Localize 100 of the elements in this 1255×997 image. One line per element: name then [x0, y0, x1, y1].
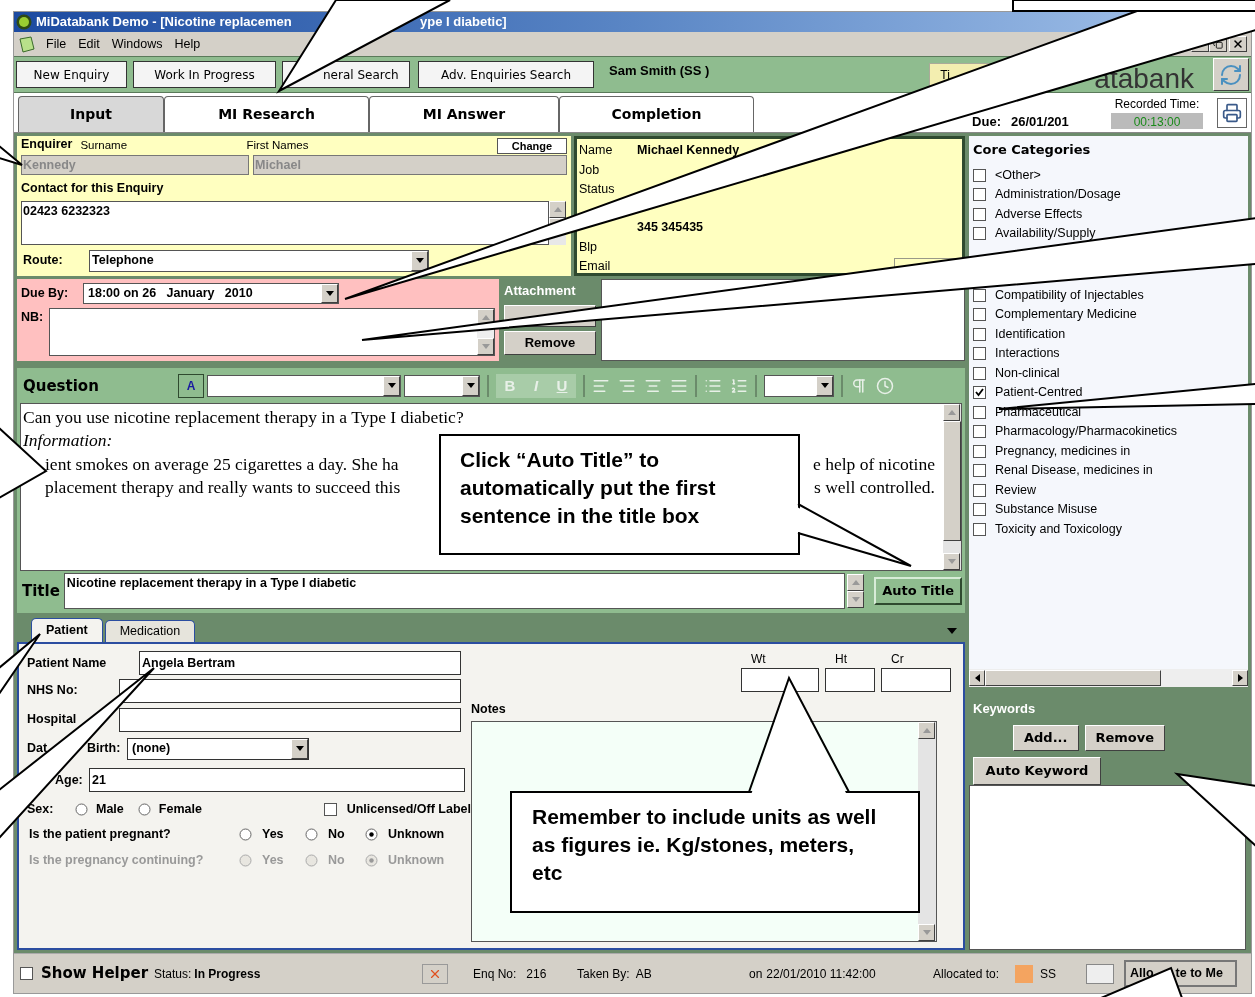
radio-label[interactable]: Yes — [262, 824, 284, 844]
checkbox[interactable] — [973, 386, 986, 400]
tab[interactable]: MI Answer — [369, 96, 559, 132]
tab[interactable]: MI Research — [164, 96, 369, 132]
checkbox[interactable] — [973, 327, 986, 341]
checkbox[interactable] — [973, 366, 986, 380]
toolbar-button[interactable]: Adv. Enquiries Search — [418, 61, 594, 88]
category-label[interactable]: Interactions — [995, 344, 1060, 364]
category-label[interactable]: Pharmacology/Pharmacokinetics — [995, 422, 1178, 442]
scroll-thumb[interactable] — [943, 420, 961, 541]
route-select[interactable]: Telephone — [89, 249, 429, 272]
keyword-button[interactable]: Remove — [1084, 724, 1166, 751]
scroll-up-button[interactable] — [847, 574, 865, 592]
scroll-up-button[interactable] — [549, 200, 566, 218]
tab[interactable]: Medication — [104, 620, 196, 642]
size-select[interactable] — [404, 374, 480, 397]
checkbox[interactable] — [973, 188, 986, 202]
measure-field[interactable] — [825, 668, 875, 692]
caret-icon[interactable] — [947, 628, 957, 634]
category-label[interactable]: Identification — [995, 324, 1066, 344]
checkbox[interactable] — [973, 503, 986, 517]
category-label[interactable]: Administration/Dosage — [995, 185, 1121, 205]
checkbox[interactable] — [973, 308, 986, 322]
scroll-down-button[interactable] — [847, 591, 865, 609]
toolbar-button[interactable]: Work In Progress — [133, 61, 276, 88]
cancel-button[interactable] — [422, 963, 448, 984]
scroll-right-button[interactable] — [1232, 670, 1248, 686]
radio-label[interactable]: Unknown — [388, 824, 445, 844]
tab[interactable]: Patient — [31, 618, 103, 642]
category-label[interactable]: Patient-Centred — [995, 383, 1083, 403]
show-helper-label[interactable]: Show Helper — [41, 962, 154, 985]
dropdown-button[interactable] — [816, 375, 833, 396]
hospital-number-field[interactable] — [119, 707, 461, 732]
scroll-left-button[interactable] — [969, 670, 985, 686]
scroll-up-button[interactable] — [918, 721, 935, 739]
category-label[interactable]: Renal Disease, medicines in — [995, 461, 1153, 481]
scroll-thumb[interactable] — [985, 670, 1161, 686]
auto-keyword-button[interactable]: Auto Keyword — [973, 756, 1101, 785]
remove-attachment-button[interactable]: Remove — [504, 330, 596, 355]
scroll-down-button[interactable] — [918, 924, 935, 941]
font-select[interactable] — [207, 374, 401, 397]
menu-item[interactable]: Edit — [78, 34, 100, 54]
checkbox[interactable] — [973, 227, 986, 241]
menu-item[interactable]: Help — [174, 34, 201, 54]
age-field[interactable]: 21 — [89, 768, 465, 792]
checkbox[interactable] — [973, 522, 986, 536]
auto-title-button[interactable]: Auto Title — [874, 577, 962, 606]
category-label[interactable]: Non-clinical — [995, 363, 1060, 383]
category-label[interactable]: Review — [995, 480, 1036, 500]
checkbox[interactable] — [973, 168, 986, 182]
dropdown-button[interactable] — [462, 375, 479, 396]
radio-button[interactable] — [75, 802, 88, 816]
contact-field[interactable]: 02423 6232323 — [21, 200, 549, 245]
category-label[interactable]: Availability/Supply — [995, 224, 1096, 244]
checkbox[interactable] — [973, 444, 986, 458]
close-button[interactable] — [1229, 36, 1247, 52]
radio-button[interactable] — [239, 827, 252, 841]
radio-label[interactable]: Female — [158, 799, 202, 819]
style-select[interactable] — [764, 374, 834, 397]
checkbox[interactable] — [973, 207, 986, 221]
nb-field[interactable] — [49, 308, 495, 356]
due-by-select[interactable]: 18:00 on 26 January 2010 — [83, 283, 339, 304]
scroll-down-button[interactable] — [477, 338, 494, 355]
patient-name-field[interactable]: Angela Bertram — [139, 651, 461, 675]
radio-label[interactable]: Male — [96, 799, 124, 819]
font-color-button[interactable]: A — [178, 373, 204, 398]
category-label[interactable]: Toxicity and Toxicology — [995, 519, 1122, 539]
radio-button[interactable] — [137, 802, 151, 816]
category-label[interactable]: <Other> — [995, 165, 1041, 185]
checkbox[interactable] — [973, 425, 986, 439]
category-label[interactable]: Complementary Medicine — [995, 305, 1137, 325]
radio-button[interactable] — [365, 827, 378, 841]
menu-item[interactable]: File — [46, 34, 67, 54]
checkbox[interactable] — [973, 483, 986, 497]
checkbox[interactable] — [973, 464, 986, 478]
dropdown-button[interactable] — [291, 738, 308, 759]
dropdown-button[interactable] — [411, 250, 428, 271]
print-button[interactable] — [1217, 98, 1247, 128]
dropdown-button[interactable] — [383, 375, 400, 396]
date-of-birth-select[interactable]: (none) — [127, 737, 309, 760]
measure-field[interactable] — [881, 668, 951, 692]
change-button[interactable]: Change — [497, 138, 567, 154]
checkbox[interactable] — [323, 802, 337, 816]
tab[interactable]: Input — [18, 96, 164, 132]
radio-label[interactable]: No — [328, 824, 345, 844]
scroll-down-button[interactable] — [943, 553, 960, 571]
unlicensed-label[interactable]: Unlicensed/Off Label — [346, 799, 471, 819]
keyword-button[interactable]: Add... — [1013, 724, 1079, 751]
tab[interactable]: Completion — [559, 96, 754, 132]
menu-item[interactable]: Windows — [111, 34, 163, 54]
category-label[interactable]: Pregnancy, medicines in — [995, 441, 1131, 461]
toolbar-button[interactable]: New Enquiry — [16, 61, 127, 88]
scroll-up-button[interactable] — [943, 403, 960, 421]
measure-field[interactable] — [741, 668, 819, 692]
radio-button[interactable] — [305, 827, 318, 841]
category-label[interactable]: Substance Misuse — [995, 500, 1098, 520]
checkbox[interactable] — [20, 967, 33, 980]
checkbox[interactable] — [973, 405, 986, 419]
checkbox[interactable] — [973, 288, 986, 302]
category-label[interactable]: Adverse Effects — [995, 204, 1083, 224]
